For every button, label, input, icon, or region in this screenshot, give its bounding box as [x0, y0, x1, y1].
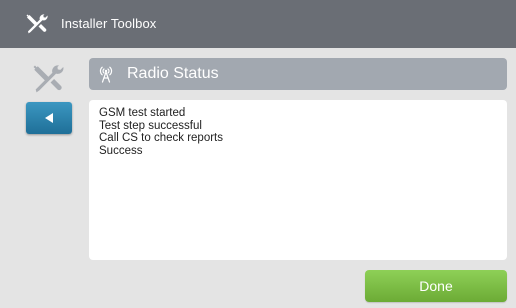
panel-title: Radio Status [127, 65, 219, 82]
tools-icon [33, 65, 64, 93]
done-button[interactable]: Done [365, 270, 507, 302]
back-arrow-icon [45, 113, 53, 123]
radio-antenna-icon [99, 66, 113, 83]
tools-icon [26, 14, 48, 34]
status-log: GSM test started Test step successful Ca… [89, 100, 507, 260]
panel-header: Radio Status [89, 58, 507, 90]
log-line: Success [99, 144, 143, 157]
log-line: Test step successful [99, 119, 202, 132]
app-title: Installer Toolbox [61, 16, 157, 31]
log-line: GSM test started [99, 107, 186, 119]
title-bar: Installer Toolbox [0, 0, 516, 48]
back-button[interactable] [26, 102, 72, 134]
log-line: Call CS to check reports [99, 132, 223, 145]
